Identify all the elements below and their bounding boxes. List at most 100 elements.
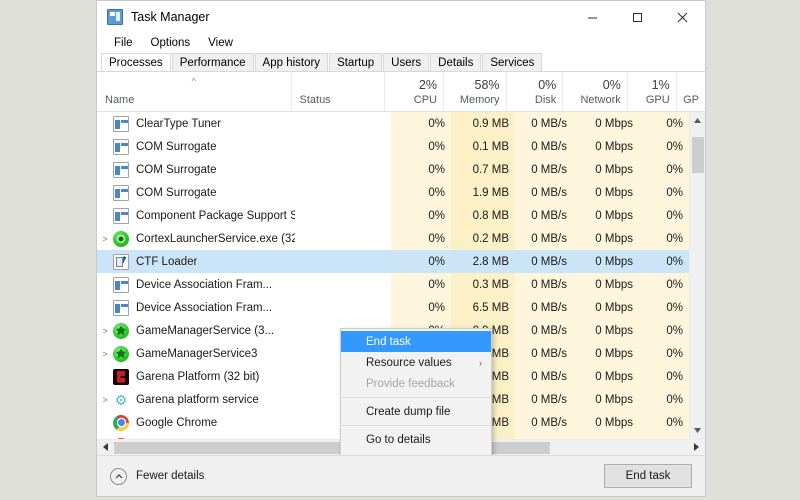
row-name-cell: > ⚙ Garena platform service: [97, 388, 295, 411]
row-process-name: Component Package Support S...: [136, 209, 295, 222]
scroll-left-arrow-icon[interactable]: [97, 442, 114, 453]
row-memory-cell: 0.7 MB: [451, 158, 515, 181]
row-gpu-cell: 0%: [639, 204, 689, 227]
table-row[interactable]: Device Association Fram... 0% 0.3 MB 0 MB/s…: [97, 273, 705, 296]
menu-item-view[interactable]: View: [199, 33, 242, 53]
vertical-scrollbar-thumb[interactable]: [692, 137, 704, 173]
context-menu-item[interactable]: Open file location: [341, 450, 491, 456]
column-header-gpu-engine[interactable]: GP: [675, 72, 705, 111]
garena-icon: [113, 368, 129, 385]
column-label-network: Network: [580, 94, 621, 106]
end-task-button[interactable]: End task: [604, 464, 692, 488]
column-header-memory[interactable]: 58% Memory: [443, 72, 506, 111]
table-row[interactable]: Component Package Support S... 0% 0.8 MB 0 …: [97, 204, 705, 227]
row-status-cell: [295, 204, 391, 227]
row-cpu-cell: 0%: [391, 112, 451, 135]
column-label-disk: Disk: [534, 94, 557, 106]
submenu-chevron-right-icon: ›: [479, 357, 482, 368]
bottom-bar: Fewer details End task: [97, 455, 705, 496]
tab-performance[interactable]: Performance: [171, 53, 254, 71]
tab-users[interactable]: Users: [383, 53, 430, 71]
chevron-up-icon: [110, 467, 127, 485]
expand-chevron-icon[interactable]: >: [97, 326, 113, 336]
scroll-up-arrow-icon[interactable]: [690, 112, 705, 129]
row-memory-cell: 1.9 MB: [451, 181, 515, 204]
column-header-network[interactable]: 0% Network: [562, 72, 627, 111]
window-title: Task Manager: [131, 10, 210, 24]
scroll-right-arrow-icon[interactable]: [688, 442, 705, 453]
context-menu-item[interactable]: End task: [341, 331, 491, 352]
row-disk-cell: 0 MB/s: [515, 181, 573, 204]
row-memory-cell: 0.1 MB: [451, 135, 515, 158]
row-gpu-cell: 0%: [639, 296, 689, 319]
row-network-cell: 0 Mbps: [573, 112, 639, 135]
minimize-icon[interactable]: [570, 1, 615, 33]
column-label-gpu-engine: GP: [683, 94, 700, 106]
row-status-cell: [295, 135, 391, 158]
tab-startup[interactable]: Startup: [329, 53, 383, 71]
gamemanager-icon: [113, 322, 129, 339]
close-icon[interactable]: [660, 1, 705, 33]
expand-chevron-icon[interactable]: >: [97, 234, 113, 244]
row-network-cell: 0 Mbps: [573, 296, 639, 319]
scroll-down-arrow-icon[interactable]: [690, 422, 705, 439]
context-menu-separator: [342, 425, 490, 426]
row-cpu-cell: 0%: [391, 296, 451, 319]
row-gpu-cell: 0%: [639, 158, 689, 181]
context-menu-item-label: Go to details: [366, 433, 431, 446]
row-memory-cell: 0.2 MB: [451, 227, 515, 250]
context-menu-item[interactable]: Go to details: [341, 429, 491, 450]
row-network-cell: 0 Mbps: [573, 135, 639, 158]
row-memory-cell: 2.8 MB: [451, 250, 515, 273]
column-header-name[interactable]: ^ Name: [97, 72, 291, 111]
row-status-cell: [295, 273, 391, 296]
expand-chevron-icon[interactable]: >: [97, 349, 113, 359]
tab-app-history[interactable]: App history: [254, 53, 329, 71]
context-menu-item[interactable]: Resource values ›: [341, 352, 491, 373]
expand-chevron-icon[interactable]: >: [97, 395, 113, 405]
table-row[interactable]: Device Association Fram... 0% 6.5 MB 0 MB/s…: [97, 296, 705, 319]
table-row[interactable]: > CortexLauncherService.exe (32 ... 0% 0.2 …: [97, 227, 705, 250]
row-gpu-cell: 0%: [639, 250, 689, 273]
row-disk-cell: 0 MB/s: [515, 273, 573, 296]
row-network-cell: 0 Mbps: [573, 181, 639, 204]
column-header-disk[interactable]: 0% Disk: [505, 72, 563, 111]
tab-strip: Processes Performance App history Startu…: [97, 53, 705, 72]
table-row[interactable]: ClearType Tuner 0% 0.9 MB 0 MB/s 0 Mbps 0%: [97, 112, 705, 135]
column-header-status[interactable]: Status: [290, 72, 385, 111]
row-name-cell: COM Surrogate: [97, 135, 295, 158]
table-row[interactable]: COM Surrogate 0% 0.1 MB 0 MB/s 0 Mbps 0%: [97, 135, 705, 158]
task-manager-icon: [107, 9, 123, 25]
menu-item-file[interactable]: File: [105, 33, 142, 53]
table-row[interactable]: COM Surrogate 0% 0.7 MB 0 MB/s 0 Mbps 0%: [97, 158, 705, 181]
row-process-name: COM Surrogate: [136, 163, 217, 176]
title-bar: Task Manager: [97, 1, 705, 33]
tab-processes[interactable]: Processes: [101, 53, 171, 71]
row-disk-cell: 0 MB/s: [515, 204, 573, 227]
row-gpu-cell: 0%: [639, 227, 689, 250]
generic-app-icon: [113, 299, 129, 316]
column-label-name: Name: [105, 94, 135, 106]
table-row[interactable]: COM Surrogate 0% 1.9 MB 0 MB/s 0 Mbps 0%: [97, 181, 705, 204]
context-menu-separator: [342, 397, 490, 398]
row-process-name: COM Surrogate: [136, 186, 217, 199]
tab-services[interactable]: Services: [482, 53, 543, 71]
row-disk-cell: 0 MB/s: [515, 365, 573, 388]
tab-details[interactable]: Details: [430, 53, 482, 71]
menu-item-options[interactable]: Options: [142, 33, 200, 53]
row-cpu-cell: 0%: [391, 181, 451, 204]
fewer-details-button[interactable]: Fewer details: [110, 467, 204, 485]
row-process-name: Garena platform service: [136, 393, 259, 406]
row-gpu-cell: 0%: [639, 365, 689, 388]
context-menu-item[interactable]: Create dump file: [341, 401, 491, 422]
row-network-cell: 0 Mbps: [573, 365, 639, 388]
column-header-cpu[interactable]: 2% CPU: [384, 72, 443, 111]
maximize-icon[interactable]: [615, 1, 660, 33]
table-row[interactable]: CTF Loader 0% 2.8 MB 0 MB/s 0 Mbps 0%: [97, 250, 705, 273]
disk-total-pct: 0%: [538, 78, 557, 92]
row-network-cell: 0 Mbps: [573, 342, 639, 365]
column-header-gpu[interactable]: 1% GPU: [626, 72, 676, 111]
cortex-launcher-icon: [113, 230, 129, 247]
generic-app-icon: [113, 276, 129, 293]
vertical-scrollbar[interactable]: [689, 112, 705, 439]
